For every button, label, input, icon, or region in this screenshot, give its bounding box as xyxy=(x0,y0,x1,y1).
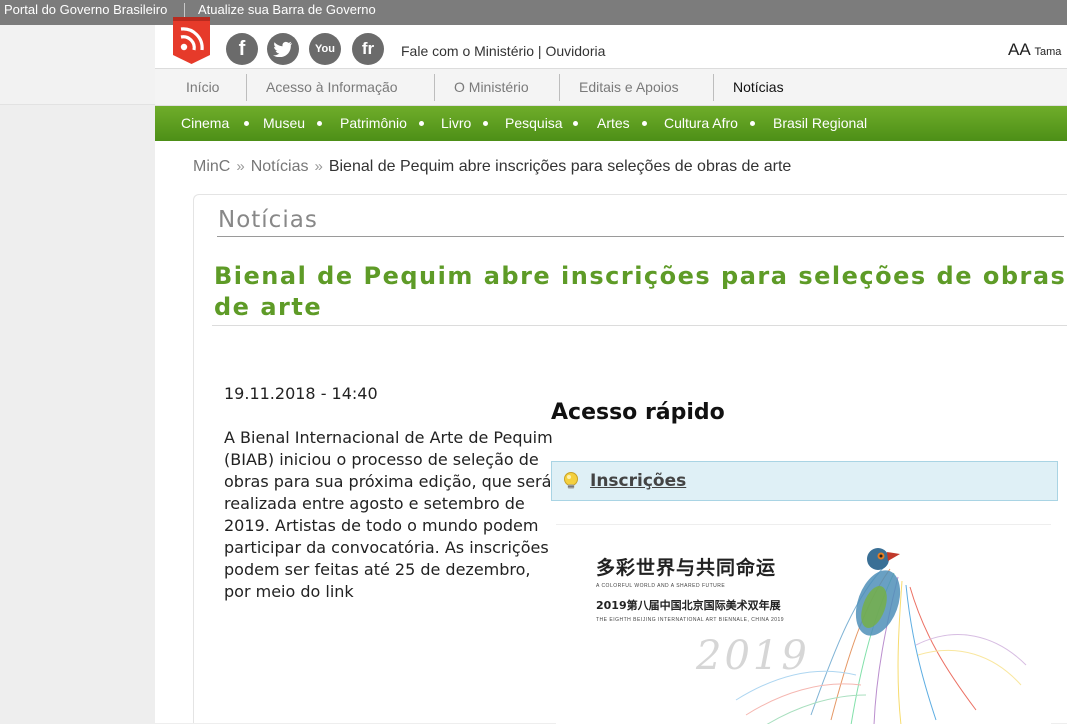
facebook-icon[interactable]: f xyxy=(226,33,258,65)
poster-subtitle-en-2: THE EIGHTH BEIJING INTERNATIONAL ART BIE… xyxy=(596,617,785,623)
category-bullet xyxy=(573,121,578,126)
breadcrumb-separator-icon: » xyxy=(314,158,323,175)
nav-separator xyxy=(713,74,714,101)
quick-access-inscricoes[interactable]: Inscrições xyxy=(551,461,1058,501)
twitter-bird-icon xyxy=(273,41,292,57)
government-bar: Portal do Governo Brasileiro Atualize su… xyxy=(0,0,1067,25)
youtube-glyph: You xyxy=(315,43,335,55)
lightbulb-icon xyxy=(564,472,578,489)
nav-separator xyxy=(246,74,247,101)
font-size-control[interactable]: AA Tama xyxy=(1008,40,1061,60)
title-divider xyxy=(212,325,1067,326)
twitter-icon[interactable] xyxy=(267,33,299,65)
nav-item-noticias[interactable]: Notícias xyxy=(733,69,784,106)
nav-item-ministerio[interactable]: O Ministério xyxy=(454,69,529,106)
update-bar-link[interactable]: Atualize sua Barra de Governo xyxy=(198,0,376,20)
nav-item-inicio[interactable]: Início xyxy=(186,69,219,106)
article-title: Bienal de Pequim abre inscrições para se… xyxy=(214,262,1067,321)
category-museu[interactable]: Museu xyxy=(263,106,305,141)
category-cinema[interactable]: Cinema xyxy=(181,106,229,141)
category-bullet xyxy=(483,121,488,126)
article-container: Notícias Bienal de Pequim abre inscriçõe… xyxy=(193,194,1067,724)
category-bullet xyxy=(419,121,424,126)
breadcrumb: MinC » Notícias » Bienal de Pequim abre insc… xyxy=(193,158,791,176)
section-divider xyxy=(217,236,1064,237)
nav-item-editais-apoios[interactable]: Editais e Apoios xyxy=(579,69,679,106)
category-navigation: Cinema Museu Patrimônio Livro Pesquisa A… xyxy=(155,106,1067,141)
portal-link[interactable]: Portal do Governo Brasileiro xyxy=(4,0,167,20)
main-page: f You fr Fale com o Ministério | Ouvidor… xyxy=(155,17,1067,724)
category-bullet xyxy=(244,121,249,126)
category-bullet xyxy=(317,121,322,126)
category-artes[interactable]: Artes xyxy=(597,106,630,141)
poster-title: 多彩世界与共同命运 xyxy=(596,557,777,579)
category-pesquisa[interactable]: Pesquisa xyxy=(505,106,563,141)
category-bullet xyxy=(750,121,755,126)
gov-bar-separator xyxy=(184,3,185,17)
category-patrimonio[interactable]: Patrimônio xyxy=(340,106,407,141)
category-cultura-afro[interactable]: Cultura Afro xyxy=(664,106,738,141)
left-background-strip xyxy=(0,25,155,105)
header-contact-links[interactable]: Fale com o Ministério | Ouvidoria xyxy=(401,43,605,59)
facebook-glyph: f xyxy=(238,37,246,60)
font-size-icon: AA xyxy=(1008,40,1030,59)
article-body: A Bienal Internacional de Arte de Pequim… xyxy=(224,428,553,601)
nav-item-acesso-informacao[interactable]: Acesso à Informação xyxy=(266,69,398,106)
category-livro[interactable]: Livro xyxy=(441,106,471,141)
section-title: Notícias xyxy=(218,207,318,233)
category-bullet xyxy=(642,121,647,126)
breadcrumb-current: Bienal de Pequim abre inscrições para se… xyxy=(328,158,792,175)
site-header: f You fr Fale com o Ministério | Ouvidor… xyxy=(155,17,1067,68)
flickr-glyph: fr xyxy=(361,39,375,58)
nav-separator xyxy=(559,74,560,101)
biennale-poster-image[interactable]: 多彩世界与共同命运 A COLORFUL WORLD AND A SHARED … xyxy=(556,524,1051,724)
poster-subtitle-cn: 2019第八届中国北京国际美术双年展 xyxy=(596,599,781,612)
poster-subtitle-en: A COLORFUL WORLD AND A SHARED FUTURE xyxy=(596,583,726,589)
breadcrumb-separator-icon: » xyxy=(236,158,245,175)
font-size-label: Tama xyxy=(1034,46,1062,58)
youtube-icon[interactable]: You xyxy=(309,33,341,65)
quick-access-title: Acesso rápido xyxy=(551,400,725,425)
breadcrumb-noticias[interactable]: Notícias xyxy=(251,158,309,175)
breadcrumb-minc[interactable]: MinC xyxy=(193,158,230,175)
main-navigation: Início Acesso à Informação O Ministério … xyxy=(155,68,1067,106)
category-brasil-regional[interactable]: Brasil Regional xyxy=(773,106,867,141)
article-date: 19.11.2018 - 14:40 xyxy=(224,384,378,403)
rss-icon[interactable] xyxy=(169,17,214,64)
poster-year: 2019 xyxy=(696,633,810,679)
flickr-icon[interactable]: fr xyxy=(352,33,384,65)
inscricoes-link[interactable]: Inscrições xyxy=(590,471,686,491)
nav-separator xyxy=(434,74,435,101)
